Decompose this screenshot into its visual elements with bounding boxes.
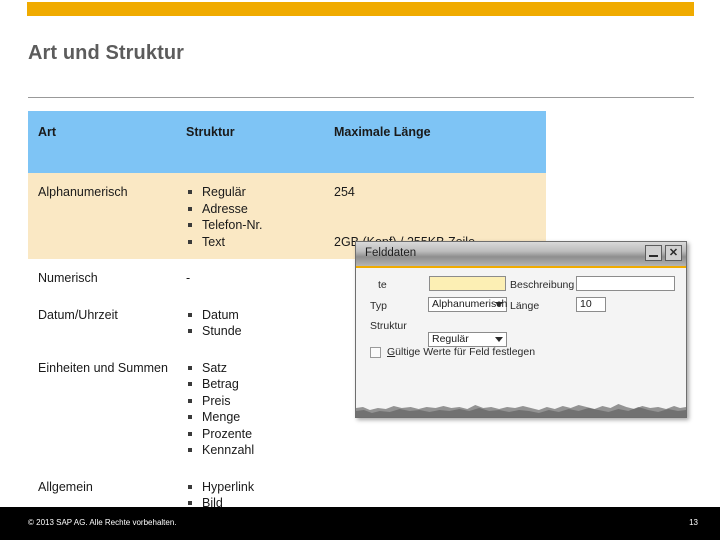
column-header-art: Art: [28, 111, 178, 173]
close-glyph: ✕: [668, 247, 679, 259]
checkbox-label-rest: ültige Werte für Feld festlegen: [395, 346, 536, 358]
struktur-select-value: Regulär: [432, 333, 469, 345]
cell-art: Einheiten und Summen: [28, 349, 178, 468]
struktur-bullet-list: Satz Betrag Preis Menge Prozente Kennzah…: [186, 360, 326, 459]
table-header-row: Art Struktur Maximale Länge: [28, 111, 546, 173]
gueltige-werte-checkbox-row[interactable]: Gültige Werte für Feld festlegen: [370, 346, 535, 358]
beschreibung-input[interactable]: [576, 276, 675, 291]
copyright-text: © 2013 SAP AG. Alle Rechte vorbehalten.: [28, 518, 177, 527]
cell-art-label: Einheiten und Summen: [38, 360, 168, 375]
slide-footer: © 2013 SAP AG. Alle Rechte vorbehalten. …: [0, 507, 720, 540]
cell-struktur: -: [186, 271, 191, 285]
cell-struktur: Datum Stunde: [178, 296, 326, 349]
laenge-input[interactable]: 10: [576, 297, 606, 312]
struktur-select[interactable]: Regulär: [428, 332, 507, 347]
chevron-down-icon: [495, 302, 503, 307]
list-item: Telefon-Nr.: [186, 217, 326, 234]
struktur-bullet-list: Datum Stunde: [186, 307, 326, 340]
list-item: Preis: [186, 393, 326, 410]
cell-struktur: Regulär Adresse Telefon-Nr. Text: [178, 173, 326, 259]
list-item: Stunde: [186, 323, 326, 340]
list-item: Hyperlink: [186, 479, 326, 496]
list-item: Menge: [186, 409, 326, 426]
list-item: Text: [186, 234, 326, 251]
name-label: te: [378, 279, 387, 291]
cell-art: Numerisch: [38, 271, 98, 285]
laenge-label: Länge: [510, 300, 540, 312]
checkbox-label: Gültige Werte für Feld festlegen: [387, 346, 535, 358]
page-number: 13: [689, 518, 698, 527]
struktur-label: Struktur: [370, 320, 407, 332]
column-header-struktur: Struktur: [178, 111, 326, 173]
cell-art: Datum/Uhrzeit: [38, 307, 118, 322]
page-title: Art und Struktur: [28, 42, 185, 64]
typ-select[interactable]: Alphanumerisch: [428, 297, 507, 312]
max-length-value: 254: [334, 185, 355, 199]
felddaten-dialog[interactable]: Felddaten ✕ te Beschreibung Typ Alphanum…: [355, 241, 687, 418]
max-length-spacer: [334, 201, 546, 234]
name-input[interactable]: [429, 276, 506, 291]
checkbox-label-accesskey: G: [387, 346, 396, 358]
checkbox-icon[interactable]: [370, 346, 381, 358]
minimize-icon[interactable]: [645, 245, 662, 261]
torn-paper-edge: [356, 404, 686, 417]
typ-label: Typ: [370, 300, 387, 312]
list-item: Regulär: [186, 184, 326, 201]
title-divider: [28, 97, 694, 98]
dialog-title-bar[interactable]: Felddaten ✕: [356, 242, 686, 268]
cell-struktur: Satz Betrag Preis Menge Prozente Kennzah…: [178, 349, 326, 468]
close-icon[interactable]: ✕: [665, 245, 682, 261]
list-item: Prozente: [186, 426, 326, 443]
chevron-down-icon: [495, 337, 503, 342]
dialog-title: Felddaten: [365, 247, 417, 259]
struktur-bullet-list: Regulär Adresse Telefon-Nr. Text: [186, 184, 326, 250]
cell-art: Alphanumerisch: [28, 173, 178, 259]
top-accent-bar: [27, 2, 694, 16]
list-item: Adresse: [186, 201, 326, 218]
dialog-body: te Beschreibung Typ Alphanumerisch Länge…: [356, 268, 686, 417]
beschreibung-label: Beschreibung: [510, 279, 575, 291]
list-item: Datum: [186, 307, 326, 324]
list-item: Betrag: [186, 376, 326, 393]
list-item: Satz: [186, 360, 326, 377]
dialog-window-controls: ✕: [645, 245, 682, 261]
column-header-maximale-laenge: Maximale Länge: [326, 111, 546, 173]
list-item: Kennzahl: [186, 442, 326, 459]
